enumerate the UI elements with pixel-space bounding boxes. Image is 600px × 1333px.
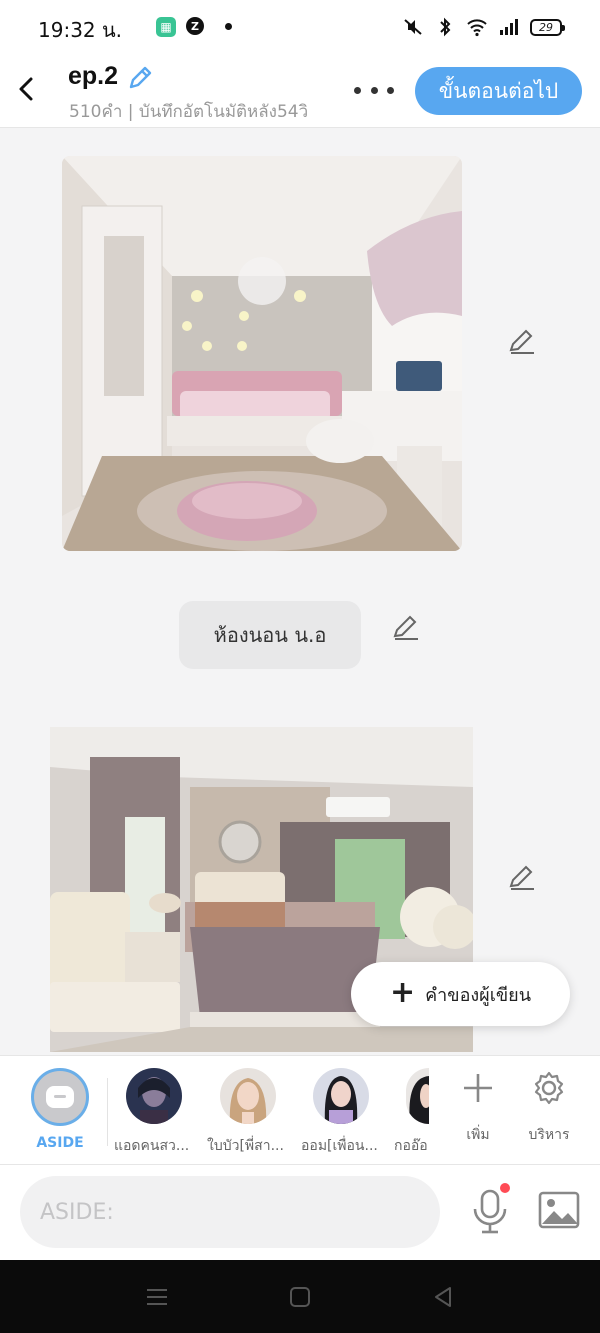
character-name-2: ใบบัว[พี่สา...: [207, 1138, 284, 1154]
signal-icon: [500, 19, 518, 35]
character-selector: ASIDE แอดคนสว... ใบบัว[พี่สา... ออม[เพื่…: [0, 1055, 600, 1165]
character-name-4: กออ๊อ: [394, 1138, 428, 1154]
bluetooth-icon: [440, 17, 451, 37]
character-avatar-3[interactable]: [313, 1068, 369, 1124]
aside-text-input[interactable]: [20, 1176, 440, 1248]
menu-icon[interactable]: [144, 1284, 170, 1310]
add-author-note-button[interactable]: + คำของผู้เขียน: [351, 962, 570, 1026]
system-navigation-bar: [0, 1260, 600, 1333]
pink-bedroom-photo: [62, 156, 462, 551]
manage-label[interactable]: บริหาร: [519, 1124, 579, 1146]
add-author-note-label: คำของผู้เขียน: [425, 984, 532, 1006]
calendar-app-icon: ▦: [156, 17, 176, 37]
scene-text-bubble[interactable]: ห้องนอน น.อ: [179, 601, 361, 669]
character-name-3: ออม[เพื่อน...: [301, 1138, 378, 1154]
recording-badge: [500, 1183, 510, 1193]
divider: [107, 1078, 108, 1146]
chat-bubble-icon: [46, 1086, 74, 1108]
gallery-image-icon[interactable]: [538, 1191, 580, 1229]
episode-title[interactable]: ep.2: [68, 62, 118, 91]
character-avatar-4[interactable]: [406, 1068, 429, 1124]
status-time: 19:32 น.: [38, 18, 123, 42]
manage-gear-icon[interactable]: [531, 1070, 567, 1106]
aside-character-button[interactable]: [31, 1068, 89, 1126]
home-icon[interactable]: [287, 1284, 313, 1310]
battery-level: 29: [539, 20, 553, 34]
word-count-autosave: 510คำ | บันทึกอัตโนมัติหลัง54วิ: [69, 102, 309, 122]
battery-icon: 29: [530, 18, 565, 36]
scene-image-girls-bedroom[interactable]: [62, 156, 462, 551]
composer-bar: [0, 1165, 600, 1260]
edit-pencil-icon[interactable]: [391, 612, 421, 642]
status-icons: 29: [402, 14, 565, 40]
edit-title-pencil-icon[interactable]: [126, 64, 154, 92]
back-arrow-icon[interactable]: [14, 74, 40, 104]
plus-icon: +: [389, 974, 416, 1010]
add-character-label[interactable]: เพิ่ม: [448, 1124, 508, 1146]
back-triangle-icon[interactable]: [430, 1284, 456, 1310]
next-step-button[interactable]: ขั้นตอนต่อไป: [415, 67, 582, 115]
add-character-plus-icon[interactable]: [460, 1070, 496, 1106]
status-bar: 19:32 น. ▦ Z 29: [0, 0, 600, 54]
mute-icon: [404, 19, 422, 35]
z-app-icon: Z: [186, 17, 204, 35]
edit-pencil-icon[interactable]: [507, 326, 537, 356]
character-avatar-1[interactable]: [126, 1068, 182, 1124]
edit-pencil-icon[interactable]: [507, 862, 537, 892]
editor-header: ep.2 510คำ | บันทึกอัตโนมัติหลัง54วิ ขั้…: [0, 54, 600, 128]
character-name-1: แอดคนสว...: [114, 1138, 190, 1154]
wifi-icon: [467, 19, 487, 37]
notification-dot-icon: [225, 23, 232, 30]
more-options-icon[interactable]: [354, 78, 394, 102]
character-avatar-2[interactable]: [220, 1068, 276, 1124]
aside-label: ASIDE: [36, 1135, 84, 1151]
